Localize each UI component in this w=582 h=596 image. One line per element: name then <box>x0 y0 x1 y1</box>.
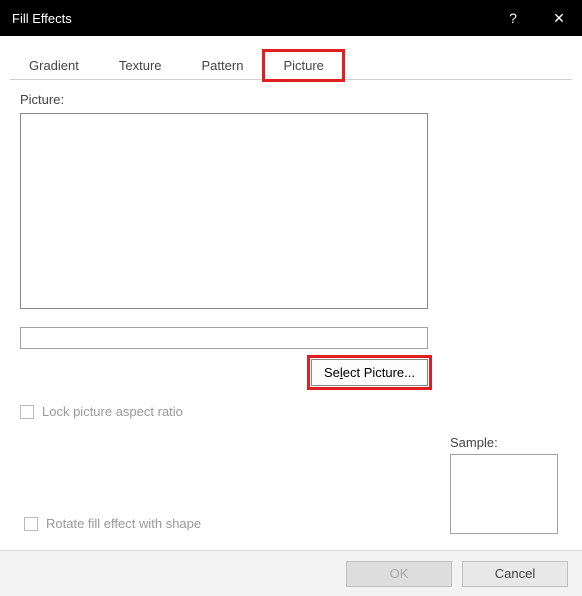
sample-preview <box>450 454 558 534</box>
tab-texture[interactable]: Texture <box>100 51 181 80</box>
picture-name-field <box>20 327 428 349</box>
sample-area: Sample: <box>450 435 558 534</box>
button-bar: OK Cancel <box>0 550 582 596</box>
picture-preview <box>20 113 428 309</box>
dialog-body: Gradient Texture Pattern Picture Picture… <box>0 36 582 419</box>
cancel-button[interactable]: Cancel <box>462 561 568 587</box>
picture-label: Picture: <box>20 92 562 107</box>
select-picture-row: Select Picture... <box>20 359 428 386</box>
tab-bar: Gradient Texture Pattern Picture <box>10 50 572 80</box>
tab-picture[interactable]: Picture <box>264 51 342 80</box>
select-picture-button[interactable]: Select Picture... <box>311 359 428 386</box>
close-button[interactable]: ✕ <box>536 0 582 36</box>
lock-aspect-checkbox[interactable] <box>20 405 34 419</box>
rotate-fill-checkbox[interactable] <box>24 517 38 531</box>
ok-button: OK <box>346 561 452 587</box>
lock-aspect-row[interactable]: Lock picture aspect ratio <box>20 404 562 419</box>
help-button[interactable]: ? <box>490 0 536 36</box>
lock-aspect-label: Lock picture aspect ratio <box>42 404 183 419</box>
dialog-title: Fill Effects <box>12 11 490 26</box>
tab-content-picture: Picture: Select Picture... Lock picture … <box>10 80 572 419</box>
rotate-fill-row[interactable]: Rotate fill effect with shape <box>24 516 201 531</box>
tab-gradient[interactable]: Gradient <box>10 51 98 80</box>
tab-pattern[interactable]: Pattern <box>183 51 263 80</box>
titlebar: Fill Effects ? ✕ <box>0 0 582 36</box>
sample-label: Sample: <box>450 435 558 450</box>
rotate-fill-label: Rotate fill effect with shape <box>46 516 201 531</box>
